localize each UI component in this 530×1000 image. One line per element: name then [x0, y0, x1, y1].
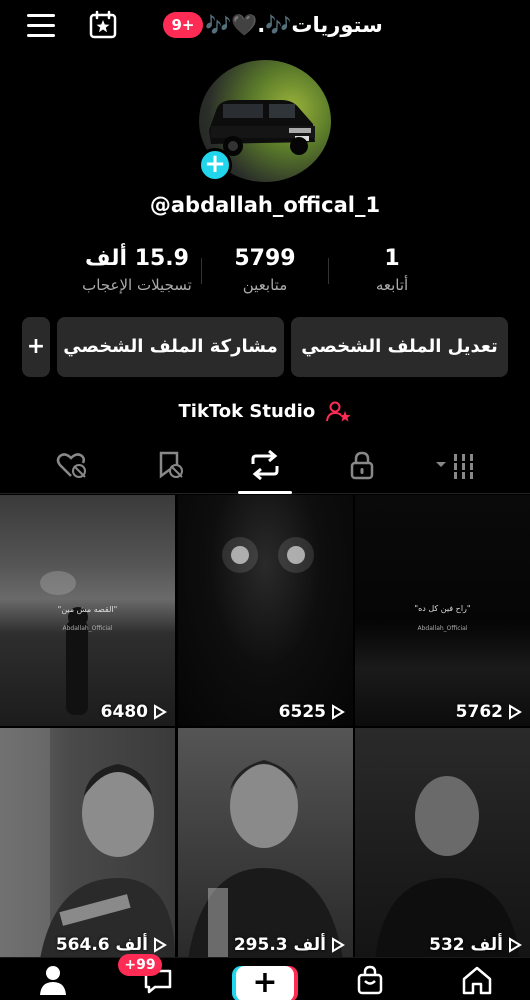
video-grid: "راح فين كل ده" Abdallah_Official 5762 6…	[0, 495, 530, 959]
video-views: 6480	[101, 702, 167, 722]
likes-stat[interactable]: 15.9 ألف تسجيلات الإعجاب	[72, 244, 202, 296]
account-switcher-title[interactable]: ستوريات🎶.🖤🎶	[205, 10, 383, 40]
play-icon	[154, 937, 167, 953]
followers-count: 5799	[234, 246, 296, 271]
video-views: 532 ألف	[429, 935, 522, 955]
top-bar: 9+ ستوريات🎶.🖤🎶	[0, 0, 530, 52]
favorites-hidden-icon	[159, 451, 183, 479]
video-views: 564.6 ألف	[56, 935, 167, 955]
shopping-bag-icon	[357, 965, 383, 995]
video-thumbnail[interactable]: 532 ألف	[355, 728, 530, 959]
add-friend-button[interactable]: +	[22, 317, 50, 377]
likes-count: 15.9 ألف	[85, 246, 189, 271]
private-lock-icon	[350, 451, 374, 480]
tab-reposts[interactable]	[243, 450, 287, 494]
nav-profile[interactable]	[33, 962, 73, 998]
create-button[interactable]: +	[236, 966, 294, 1000]
tiktok-studio-label: TikTok Studio	[178, 401, 316, 422]
video-views: 5762	[456, 702, 522, 722]
reposts-icon	[251, 450, 279, 480]
nav-shop[interactable]	[350, 962, 390, 998]
active-tab-indicator	[238, 491, 292, 494]
video-thumbnail[interactable]: 564.6 ألف	[0, 728, 175, 959]
calendar-star-icon[interactable]	[88, 10, 118, 40]
video-watermark: Abdallah_Official	[62, 625, 113, 632]
add-friend-icon: +	[26, 334, 46, 359]
car-photo-image	[209, 100, 315, 156]
liked-hidden-icon	[56, 453, 86, 478]
nav-home[interactable]	[457, 962, 497, 998]
avatar-container[interactable]: +	[198, 60, 331, 182]
view-count: 295.3 ألف	[233, 935, 326, 955]
share-profile-button[interactable]: مشاركة الملف الشخصي	[57, 317, 284, 377]
play-icon	[154, 704, 167, 720]
play-icon	[509, 704, 522, 720]
video-image	[0, 728, 175, 959]
video-caption: "القصه مش مين"	[57, 605, 118, 614]
profile-page: 9+ ستوريات🎶.🖤🎶 + @abdallah_offical_1 1 أ…	[0, 0, 530, 1000]
content-tabs	[0, 444, 530, 494]
video-views: 295.3 ألف	[234, 935, 345, 955]
view-count: 6525	[278, 702, 326, 722]
following-count: 1	[384, 246, 400, 271]
tab-private[interactable]	[340, 450, 384, 494]
video-image	[222, 537, 314, 573]
video-watermark: Abdallah_Official	[417, 625, 468, 632]
video-image	[375, 776, 520, 959]
followers-label: متابعين	[242, 276, 288, 294]
tab-liked[interactable]	[50, 450, 94, 494]
inbox-badge: +99	[118, 954, 162, 976]
bottom-navigation: + +99	[0, 954, 530, 1000]
profile-handle: @abdallah_offical_1	[149, 193, 381, 217]
video-thumbnail[interactable]: "راح فين كل ده" Abdallah_Official 5762	[355, 495, 530, 726]
video-image	[188, 760, 343, 959]
add-story-button[interactable]: +	[198, 148, 232, 182]
menu-icon[interactable]	[27, 14, 55, 38]
edit-profile-button[interactable]: تعديل الملف الشخصي	[291, 317, 508, 377]
tab-favorites[interactable]	[148, 450, 192, 494]
play-icon	[332, 937, 345, 953]
notification-badge[interactable]: 9+	[163, 12, 203, 38]
video-caption: "راح فين كل ده"	[414, 604, 471, 613]
view-count: 564.6 ألف	[55, 935, 148, 955]
tab-videos[interactable]	[432, 450, 482, 494]
view-count: 6480	[100, 702, 148, 722]
play-icon	[332, 704, 345, 720]
video-thumbnail[interactable]: 295.3 ألف	[178, 728, 353, 959]
tiktok-studio-link[interactable]: TikTok Studio	[0, 398, 530, 426]
following-stat[interactable]: 1 أتابعه	[352, 244, 432, 296]
likes-label: تسجيلات الإعجاب	[82, 276, 192, 294]
play-icon	[509, 937, 522, 953]
videos-grid-icon	[436, 454, 473, 479]
following-label: أتابعه	[375, 276, 409, 294]
video-thumbnail[interactable]: "القصه مش مين" Abdallah_Official 6480	[0, 495, 175, 726]
person-star-icon	[325, 401, 350, 422]
video-views: 6525	[279, 702, 345, 722]
profile-icon	[40, 966, 66, 995]
view-count: 532 ألف	[429, 935, 503, 955]
home-icon	[462, 966, 492, 995]
stat-divider	[328, 258, 329, 284]
view-count: 5762	[455, 702, 503, 722]
followers-stat[interactable]: 5799 متابعين	[215, 244, 315, 296]
video-thumbnail[interactable]: 6525	[178, 495, 353, 726]
